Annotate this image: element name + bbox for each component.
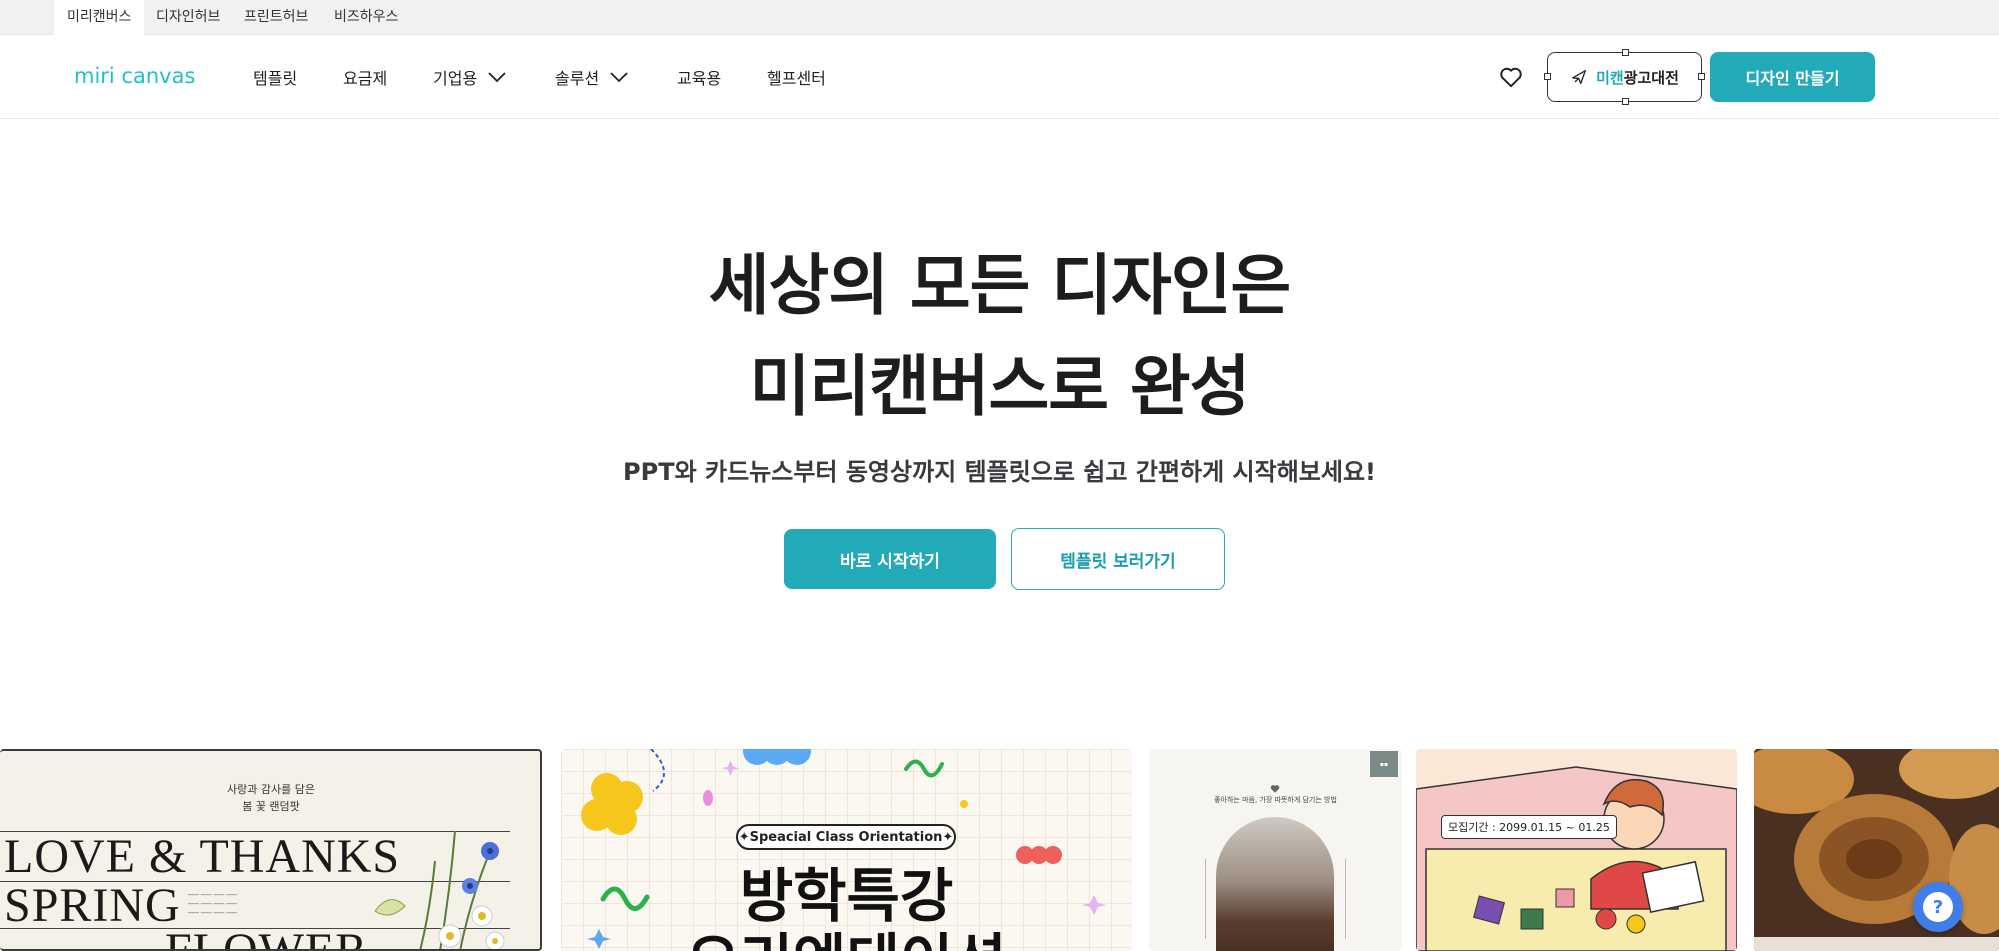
- nav-education[interactable]: 교육용: [677, 35, 721, 119]
- heart-icon: [1270, 785, 1280, 793]
- flower-illustration: [374, 830, 505, 949]
- card-headline: SPRING: [4, 879, 181, 932]
- hero-subtitle: PPT와 카드뉴스부터 동영상까지 템플릿으로 쉽고 간편하게 시작해보세요!: [623, 458, 1376, 486]
- cake-photo: [1216, 817, 1334, 951]
- pastry-photo: [1754, 749, 1999, 951]
- question-icon: ?: [1923, 892, 1953, 922]
- house-illustration: [1416, 766, 1737, 951]
- template-card-recruit[interactable]: 모집기간 : 2099.01.15 ~ 01.25: [1416, 749, 1737, 951]
- logo-wordmark: miri canvas: [74, 64, 195, 88]
- card-headline: 오리엔테이션: [561, 914, 1132, 951]
- nav-label: 템플릿: [253, 69, 298, 88]
- template-card-orientation[interactable]: ✦Speacial Class Orientation✦ 방학특강 오리엔테이션: [561, 749, 1132, 951]
- promo-suffix: 광고대전: [1623, 68, 1679, 87]
- rocket-icon: [1572, 70, 1587, 84]
- nav-label: 기업용: [433, 69, 478, 88]
- template-card-flower[interactable]: 사랑과 감사를 담은 봄 꽃 랜덤팟 LOVE & THANKS SPRING …: [0, 749, 542, 951]
- nav-business[interactable]: 기업용: [433, 35, 507, 119]
- template-card-pastry[interactable]: [1754, 749, 1999, 951]
- class-badge: ✦Speacial Class Orientation✦: [736, 824, 956, 850]
- card-caption: 좋아하는 마음, 가장 따뜻하게 담기는 방법: [1214, 796, 1337, 804]
- card-headline: LOVE & THANKS: [4, 830, 401, 883]
- browse-templates-button[interactable]: 템플릿 보러가기: [1011, 528, 1225, 590]
- template-card-cake[interactable]: ▪▪ 좋아하는 마음, 가장 따뜻하게 담기는 방법: [1149, 749, 1402, 951]
- start-now-button[interactable]: 바로 시작하기: [784, 529, 996, 589]
- nav-templates[interactable]: 템플릿: [253, 35, 297, 119]
- util-tab-printhub[interactable]: 프린트허브: [231, 0, 321, 35]
- nav-help-center[interactable]: 헬프센터: [767, 35, 826, 119]
- selection-handle: [1622, 49, 1629, 56]
- nav-label: 요금제: [343, 69, 388, 88]
- selection-handle: [1698, 73, 1705, 80]
- hero-title-line2: 미리캔버스로 완성: [749, 348, 1251, 425]
- recruit-period-label: 모집기간 : 2099.01.15 ~ 01.25: [1441, 815, 1617, 839]
- main-header: miri canvas 템플릿 요금제 기업용 솔루션 교육용 헬프센터 미캔 광…: [0, 35, 1999, 119]
- nav-pricing[interactable]: 요금제: [343, 35, 387, 119]
- nav-solutions[interactable]: 솔루션: [555, 35, 629, 119]
- create-design-button[interactable]: 디자인 만들기: [1710, 52, 1875, 102]
- divider: [1345, 859, 1346, 939]
- promo-prefix: 미캔: [1596, 68, 1624, 87]
- selection-handle: [1544, 73, 1551, 80]
- divider: [1205, 859, 1206, 939]
- card-body-text: ─── ─── ─── ─── ─── ─── ─── ─── ─── ─── ──…: [188, 892, 238, 917]
- nav-label: 교육용: [677, 69, 722, 88]
- util-tab-bizhouse[interactable]: 비즈하우스: [321, 0, 411, 35]
- promo-contest-button[interactable]: 미캔 광고대전: [1544, 49, 1705, 105]
- utility-bar: 미리캔버스 디자인허브 프린트허브 비즈하우스: [0, 0, 1999, 35]
- template-tag: ▪▪: [1370, 751, 1398, 777]
- nav-label: 솔루션: [555, 69, 600, 88]
- util-tab-designhub[interactable]: 디자인허브: [143, 0, 233, 35]
- miricanvas-logo[interactable]: miri canvas: [74, 63, 204, 91]
- selection-handle: [1622, 98, 1629, 105]
- nav-label: 헬프센터: [767, 69, 826, 88]
- util-tab-miricanvas[interactable]: 미리캔버스: [54, 0, 145, 35]
- chevron-down-icon: [610, 72, 628, 83]
- heart-icon[interactable]: [1498, 64, 1524, 90]
- chevron-down-icon: [488, 72, 506, 83]
- help-chat-button[interactable]: ?: [1913, 882, 1963, 932]
- svg-text:miri canvas: miri canvas: [74, 64, 195, 88]
- hero-title-line1: 세상의 모든 디자인은: [708, 247, 1291, 324]
- card-headline: FLOWER: [165, 924, 369, 951]
